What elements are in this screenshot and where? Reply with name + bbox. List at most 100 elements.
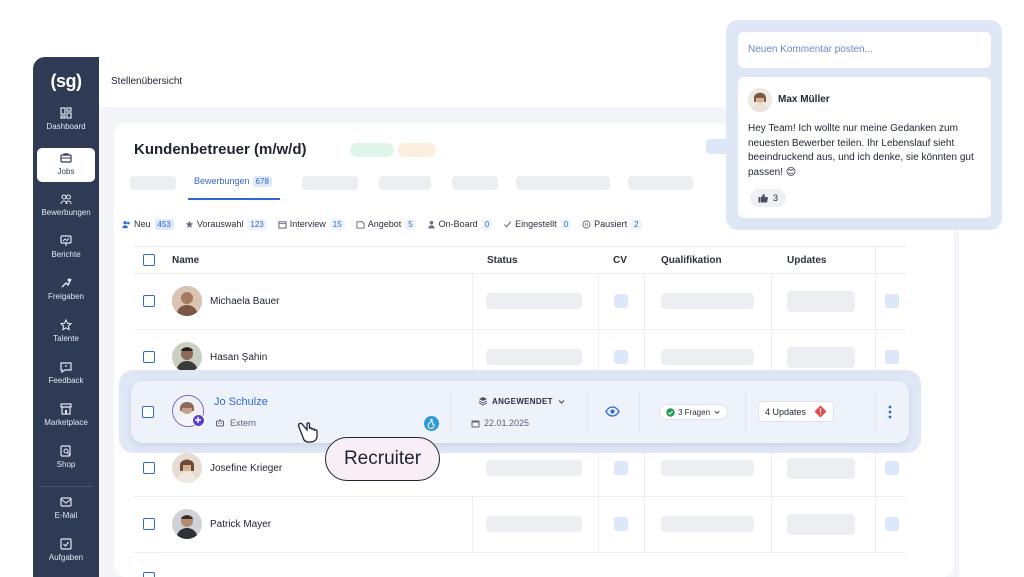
stage-neu[interactable]: Neu 453 [122,218,174,230]
pause-icon [582,219,591,229]
row-checkbox[interactable] [143,462,155,474]
table-row[interactable]: Patrick Mayer [134,497,906,553]
updates-placeholder [787,291,855,312]
sidebar-item-dashboard[interactable]: Dashboard [37,107,95,141]
tab-placeholder[interactable] [130,176,176,190]
candidate-name[interactable]: Josefine Krieger [210,463,282,474]
updates-button[interactable]: 4 Updates [758,401,834,422]
stage-count: 453 [154,218,174,230]
row-checkbox[interactable] [143,518,155,530]
thumbs-up-icon [758,194,768,203]
column-divider [472,274,473,330]
sidebar-item-berichte[interactable]: Berichte [37,235,95,269]
row-checkbox[interactable] [143,295,155,307]
like-button[interactable]: 3 [750,189,787,207]
comment-text: Hey Team! Ich wollte nur meine Gedanken … [748,123,974,178]
cv-placeholder [614,517,628,531]
sidebar-item-label: Dashboard [46,122,86,131]
sidebar-item-jobs[interactable]: Jobs [37,148,95,182]
sidebar-item-email[interactable]: E-Mail [37,496,95,530]
stage-label: Neu [134,219,151,229]
status-placeholder [486,349,582,365]
date-label: 22.01.2025 [484,418,530,428]
star-icon [60,319,72,331]
action-placeholder[interactable] [885,294,899,308]
column-divider [875,247,876,275]
column-divider [587,391,588,433]
status-pill-green [350,143,394,157]
sidebar-item-label: Talente [53,334,79,343]
column-header-cv[interactable]: CV [613,255,627,266]
sidebar-item-feedback[interactable]: Feedback [37,361,95,395]
updates-placeholder [787,458,855,479]
table-header: Name Status CV Qualifikation Updates [134,246,906,275]
sidebar-item-freigaben[interactable]: Freigaben [37,277,95,311]
stage-eingestellt[interactable]: Eingestellt 0 [503,218,572,230]
tab-placeholder[interactable] [379,176,431,190]
candidate-name[interactable]: Michaela Bauer [210,296,279,307]
stage-vorauswahl[interactable]: Vorauswahl 123 [185,218,267,230]
select-all-checkbox[interactable] [143,254,155,266]
sidebar-item-marketplace[interactable]: Marketplace [37,403,95,437]
stage-angebot[interactable]: Angebot 5 [356,218,416,230]
candidate-source: Extern [215,418,256,428]
row-checkbox[interactable] [142,406,154,418]
cv-placeholder [614,294,628,308]
comment-input[interactable]: Neuen Kommentar posten... [738,32,991,68]
stage-interview[interactable]: Interview 15 [278,218,345,230]
stage-count: 123 [247,218,267,230]
sidebar-item-talente[interactable]: Talente [37,319,95,353]
check-circle-icon [666,407,675,417]
table-row[interactable]: Michaela Bauer [134,274,906,330]
page-title: Kundenbetreuer (m/w/d) [134,141,307,158]
stage-count: 2 [631,218,642,230]
checkbox-icon [60,538,72,550]
tab-placeholder[interactable] [628,176,693,190]
row-checkbox[interactable] [143,572,155,577]
sidebar-item-aufgaben[interactable]: Aufgaben [37,538,95,572]
qualification-placeholder [661,293,754,309]
tab-bewerbungen[interactable]: Bewerbungen 678 [194,176,272,187]
sidebar: (sg) Dashboard Jobs Bewerbungen Berichte… [33,57,99,577]
column-header-status[interactable]: Status [487,255,518,266]
column-header-updates[interactable]: Updates [787,255,826,266]
column-header-qualifikation[interactable]: Qualifikation [661,255,722,266]
mail-icon [60,497,72,507]
column-header-name[interactable]: Name [172,255,199,266]
sidebar-item-shop[interactable]: Shop [37,445,95,479]
check-icon [504,220,512,228]
action-placeholder[interactable] [885,350,899,364]
stage-pausiert[interactable]: Pausiert 2 [582,218,642,230]
add-badge[interactable] [192,414,205,427]
tab-placeholder[interactable] [452,176,498,190]
feedback-icon [60,362,72,373]
tab-placeholder[interactable] [516,176,610,190]
more-options-icon[interactable] [887,405,893,419]
status-dropdown[interactable]: ANGEWENDET [478,396,566,406]
shop-icon [60,445,71,457]
offer-icon [356,220,365,229]
action-placeholder[interactable] [885,461,899,475]
column-divider [745,391,746,433]
users-icon [60,194,72,205]
candidate-name[interactable]: Patrick Mayer [210,519,271,530]
sidebar-item-bewerbungen[interactable]: Bewerbungen [37,193,95,227]
sidebar-item-label: Feedback [48,376,84,385]
column-divider [875,274,876,330]
stage-label: Interview [289,219,326,229]
eye-icon[interactable] [605,406,620,417]
stage-onboard[interactable]: On-Board 0 [427,218,493,230]
column-divider [472,497,473,553]
column-divider [875,391,876,433]
accessibility-icon [424,416,439,431]
questions-dropdown[interactable]: 3 Fragen [659,404,729,420]
sidebar-item-label: Jobs [57,167,75,176]
action-placeholder[interactable] [885,517,899,531]
tab-placeholder[interactable] [302,176,358,190]
avatar [172,453,202,483]
candidate-name[interactable]: Hasan Şahin [210,352,267,363]
candidate-name-link[interactable]: Jo Schulze [214,396,268,408]
row-checkbox[interactable] [143,351,155,363]
sidebar-item-label: Shop [56,460,76,469]
column-divider [598,497,599,553]
